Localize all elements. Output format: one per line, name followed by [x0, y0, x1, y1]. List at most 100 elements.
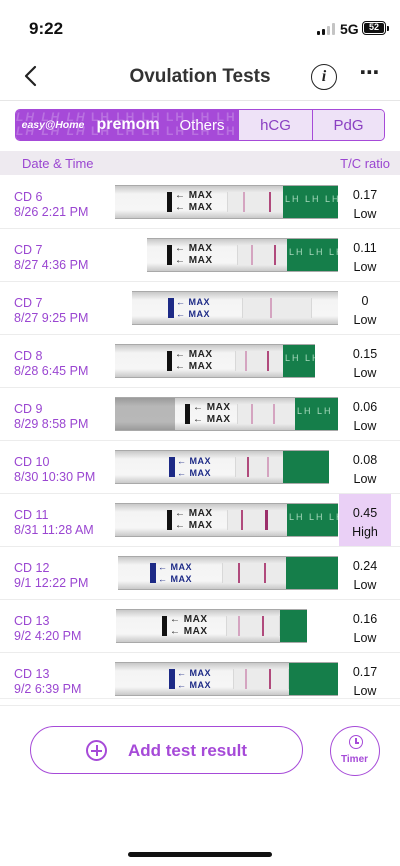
test-strip-image: ← MAX ← MAX [115, 662, 338, 696]
tab-easy-home[interactable]: LH LH LH LHLH LH LH LH easy@Home [16, 110, 91, 140]
timer-label: Timer [340, 754, 369, 765]
test-datetime: 9/2 6:39 PM [14, 682, 82, 696]
signal-icon [317, 23, 337, 35]
column-tc-ratio: T/C ratio [340, 156, 390, 171]
lh-level: Low [353, 631, 377, 645]
ratio-cell: 0.06 Low [339, 388, 391, 440]
info-icon[interactable]: i [311, 64, 337, 90]
cycle-day: CD 8 [14, 349, 43, 363]
nav-header: Ovulation Tests i ⋯ [0, 56, 400, 98]
test-datetime: 8/30 10:30 PM [14, 470, 96, 484]
lh-level: Low [353, 684, 377, 698]
tc-ratio-value: 0.45 [352, 506, 378, 520]
table-row[interactable]: CD 10 8/30 10:30 PM ← MAX ← MAX 0.08 Low [0, 441, 400, 494]
test-datetime: 9/2 4:20 PM [14, 629, 82, 643]
brand-tabs: LH LH LH LHLH LH LH LH easy@Home LH LH L… [15, 109, 385, 141]
tab-pdg[interactable]: PdG [313, 110, 384, 140]
test-strip-image: ← MAX← MAX LH LH [115, 344, 315, 378]
cycle-day: CD 7 [14, 296, 43, 310]
test-datetime: 8/31 11:28 AM [14, 523, 94, 537]
bottom-divider [0, 698, 400, 699]
tc-ratio-value: 0.24 [352, 559, 378, 573]
ratio-cell: 0.08 Low [339, 441, 391, 493]
test-datetime: 8/27 4:36 PM [14, 258, 89, 272]
test-strip-image: ← MAX ← MAX [132, 291, 338, 325]
cycle-day: CD 13 [14, 614, 50, 628]
add-test-result-label: Add test result [128, 741, 248, 760]
lh-level: Low [353, 366, 377, 380]
cycle-day: CD 10 [14, 455, 50, 469]
test-strip-image: ← MAX← MAX LH LH LH [147, 238, 338, 272]
table-row[interactable]: CD 13 9/2 4:20 PM ← MAX ← MAX 0.16 Low [0, 600, 400, 653]
ratio-cell: 0.15 Low [339, 335, 391, 387]
add-test-result-button[interactable]: Add test result [30, 726, 303, 774]
table-row[interactable]: CD 7 8/27 4:36 PM ← MAX← MAX LH LH LH 0.… [0, 229, 400, 282]
tc-ratio-value: 0 [361, 294, 369, 308]
page-title: Ovulation Tests [129, 66, 271, 87]
status-bar: 9:22 5G 52 [0, 0, 400, 56]
cycle-day: CD 6 [14, 190, 43, 204]
tc-ratio-value: 0.17 [352, 665, 378, 679]
test-strip-image: ← MAX ← MAX [116, 609, 307, 643]
table-row[interactable]: CD 12 9/1 12:22 PM ← MAX ← MAX 0.24 Low [0, 547, 400, 600]
lh-level: Low [353, 419, 377, 433]
table-row[interactable]: CD 11 8/31 11:28 AM ← MAX← MAX LH LH LH … [0, 494, 400, 547]
table-row[interactable]: CD 6 8/26 2:21 PM ← MAX ← MAX LH LH LH 0.… [0, 176, 400, 229]
header-divider [0, 100, 400, 101]
network-label: 5G [340, 21, 359, 37]
test-datetime: 9/1 12:22 PM [14, 576, 89, 590]
cycle-day: CD 9 [14, 402, 43, 416]
more-options-icon[interactable]: ⋯ [356, 63, 384, 88]
tab-hcg-label: hCG [260, 116, 291, 134]
lh-level: Low [353, 260, 377, 274]
tab-others[interactable]: LH LH LH LHLH LH LH LH Others [166, 110, 239, 140]
ratio-cell: 0.24 Low [339, 547, 391, 599]
test-strip-image: ← MAX ← MAX [118, 556, 338, 590]
cycle-day: CD 12 [14, 561, 50, 575]
status-time: 9:22 [29, 19, 64, 38]
lh-level: Low [353, 207, 377, 221]
test-datetime: 8/29 8:58 PM [14, 417, 89, 431]
test-strip-image: ← MAX← MAX LH LH LH [115, 185, 338, 219]
test-results-list: CD 6 8/26 2:21 PM ← MAX ← MAX LH LH LH 0.… [0, 176, 400, 706]
plus-circle-icon [86, 740, 107, 761]
ratio-cell: 0.17 Low [339, 176, 391, 228]
test-strip-image: ← MAX← MAX LH LH LH [115, 503, 338, 537]
lh-level: High [352, 525, 378, 539]
test-strip-image: ← MAX ← MAX [115, 450, 329, 484]
cycle-day: CD 11 [14, 508, 49, 522]
test-datetime: 8/28 6:45 PM [14, 364, 89, 378]
cycle-day: CD 13 [14, 667, 50, 681]
table-row[interactable]: CD 8 8/28 6:45 PM ← MAX← MAX LH LH 0.15 … [0, 335, 400, 388]
clock-icon [349, 735, 363, 749]
tc-ratio-value: 0.11 [353, 241, 377, 255]
tc-ratio-value: 0.17 [352, 188, 378, 202]
tab-others-label: Others [179, 116, 225, 134]
battery-cap [387, 26, 389, 31]
tc-ratio-value: 0.08 [352, 453, 378, 467]
tc-ratio-value: 0.06 [352, 400, 378, 414]
column-date-time: Date & Time [22, 156, 94, 171]
tab-premom[interactable]: LH LH LH LHLH LH LH LH premom [91, 110, 166, 140]
tab-easy-home-label: easy@Home [21, 119, 85, 131]
battery-icon: 52 [362, 21, 386, 35]
table-row[interactable]: CD 9 8/29 8:58 PM ← MAX ← MAX LH LH 0.06 … [0, 388, 400, 441]
cycle-day: CD 7 [14, 243, 43, 257]
test-datetime: 8/27 9:25 PM [14, 311, 89, 325]
battery-level: 52 [364, 23, 384, 33]
tab-premom-label: premom [96, 116, 160, 133]
lh-level: Low [353, 313, 377, 327]
tab-pdg-label: PdG [333, 116, 364, 134]
lh-level: Low [353, 578, 377, 592]
tab-hcg[interactable]: hCG [239, 110, 313, 140]
table-row[interactable]: CD 7 8/27 9:25 PM ← MAX ← MAX 0 Low [0, 282, 400, 335]
tc-ratio-value: 0.16 [352, 612, 378, 626]
test-strip-image: ← MAX← MAX LH LH [115, 397, 338, 431]
ratio-cell-high: 0.45 High [339, 494, 391, 546]
timer-button[interactable]: Timer [330, 726, 380, 776]
ratio-cell: 0.11 Low [339, 229, 391, 281]
ratio-cell: 0.16 Low [339, 600, 391, 652]
test-datetime: 8/26 2:21 PM [14, 205, 89, 219]
lh-level: Low [353, 472, 377, 486]
table-header: Date & Time T/C ratio [0, 151, 400, 175]
